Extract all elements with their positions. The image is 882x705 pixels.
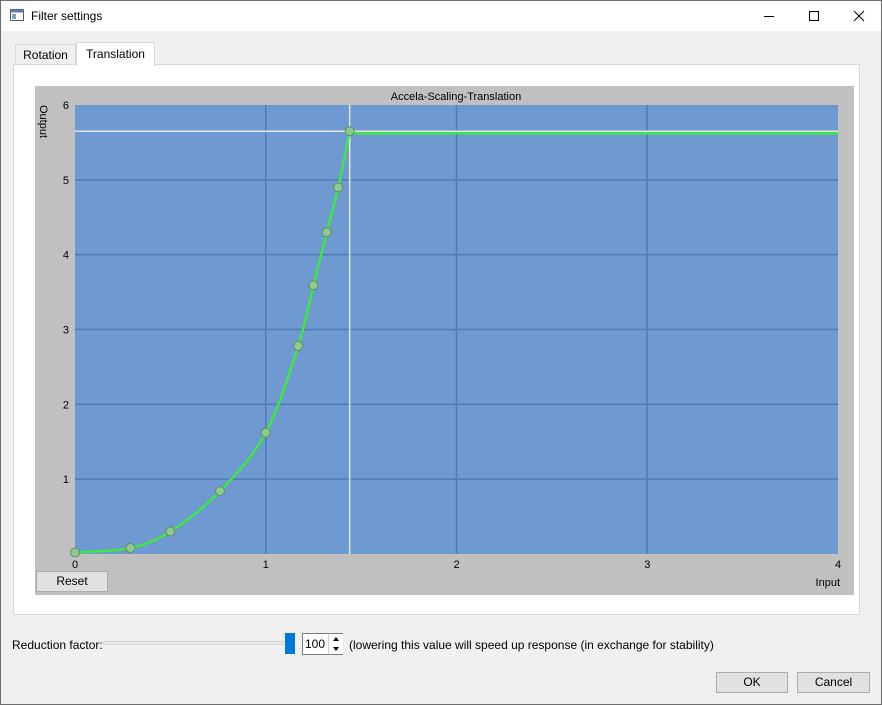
maximize-icon: [809, 11, 819, 21]
arrow-down-icon: [333, 647, 339, 651]
x-axis-label: Input: [816, 577, 840, 589]
reset-button[interactable]: Reset: [36, 571, 108, 592]
curve-control-point[interactable]: [308, 280, 319, 291]
maximize-button[interactable]: [791, 1, 837, 31]
x-tick-label: 4: [835, 559, 841, 571]
x-tick-label: 2: [453, 559, 459, 571]
y-axis-label: Output: [37, 105, 49, 138]
y-tick-label: 6: [63, 100, 69, 112]
spin-up-button[interactable]: [328, 634, 343, 644]
curve-control-point[interactable]: [260, 427, 271, 438]
y-tick-label: 1: [63, 474, 69, 486]
slider-handle[interactable]: [285, 633, 295, 654]
translation-curve-plot[interactable]: 0 1 2 3 4 1 2 3 4 5 6 Accela-Scaling-Translation O…: [35, 86, 854, 595]
curve-control-point[interactable]: [214, 486, 225, 497]
y-tick-label: 2: [63, 399, 69, 411]
curve-control-point[interactable]: [321, 227, 332, 238]
close-icon: [853, 10, 865, 22]
tab-translation[interactable]: Translation: [76, 42, 155, 66]
arrow-up-icon: [333, 637, 339, 641]
spin-down-button[interactable]: [328, 644, 343, 654]
app-window-icon: [10, 9, 24, 21]
reduction-factor-spinbox[interactable]: 100: [302, 633, 343, 655]
filter-settings-window: Filter settings Rotation Translation 0 1 2…: [0, 0, 882, 705]
title-bar[interactable]: Filter settings: [1, 1, 881, 31]
minimize-button[interactable]: [746, 1, 792, 31]
reduction-factor-label: Reduction factor:: [12, 638, 103, 652]
chart-title: Accela-Scaling-Translation: [391, 91, 521, 103]
x-tick-label: 3: [644, 559, 650, 571]
tab-rotation[interactable]: Rotation: [15, 44, 76, 64]
reduction-factor-slider[interactable]: [103, 641, 293, 645]
y-tick-label: 3: [63, 325, 69, 337]
curve-chart[interactable]: 0 1 2 3 4 1 2 3 4 5 6 Accela-Scaling-Translation O…: [35, 86, 854, 595]
curve-control-point[interactable]: [165, 526, 176, 537]
curve-control-point[interactable]: [125, 543, 136, 554]
y-tick-label: 4: [63, 250, 69, 262]
curve-control-point[interactable]: [293, 340, 304, 351]
curve-control-point[interactable]: [70, 547, 80, 558]
cancel-button[interactable]: Cancel: [797, 672, 870, 693]
reduction-hint-text: (lowering this value will speed up respo…: [349, 638, 714, 652]
curve-control-point[interactable]: [333, 182, 344, 193]
ok-button[interactable]: OK: [716, 672, 788, 693]
x-tick-label: 1: [263, 559, 269, 571]
minimize-icon: [764, 16, 774, 17]
x-tick-label: 0: [72, 559, 78, 571]
window-title: Filter settings: [31, 9, 103, 23]
y-tick-label: 5: [63, 175, 69, 187]
close-button[interactable]: [836, 1, 882, 31]
curve-control-point[interactable]: [344, 126, 355, 137]
spinbox-value[interactable]: 100: [305, 637, 325, 651]
